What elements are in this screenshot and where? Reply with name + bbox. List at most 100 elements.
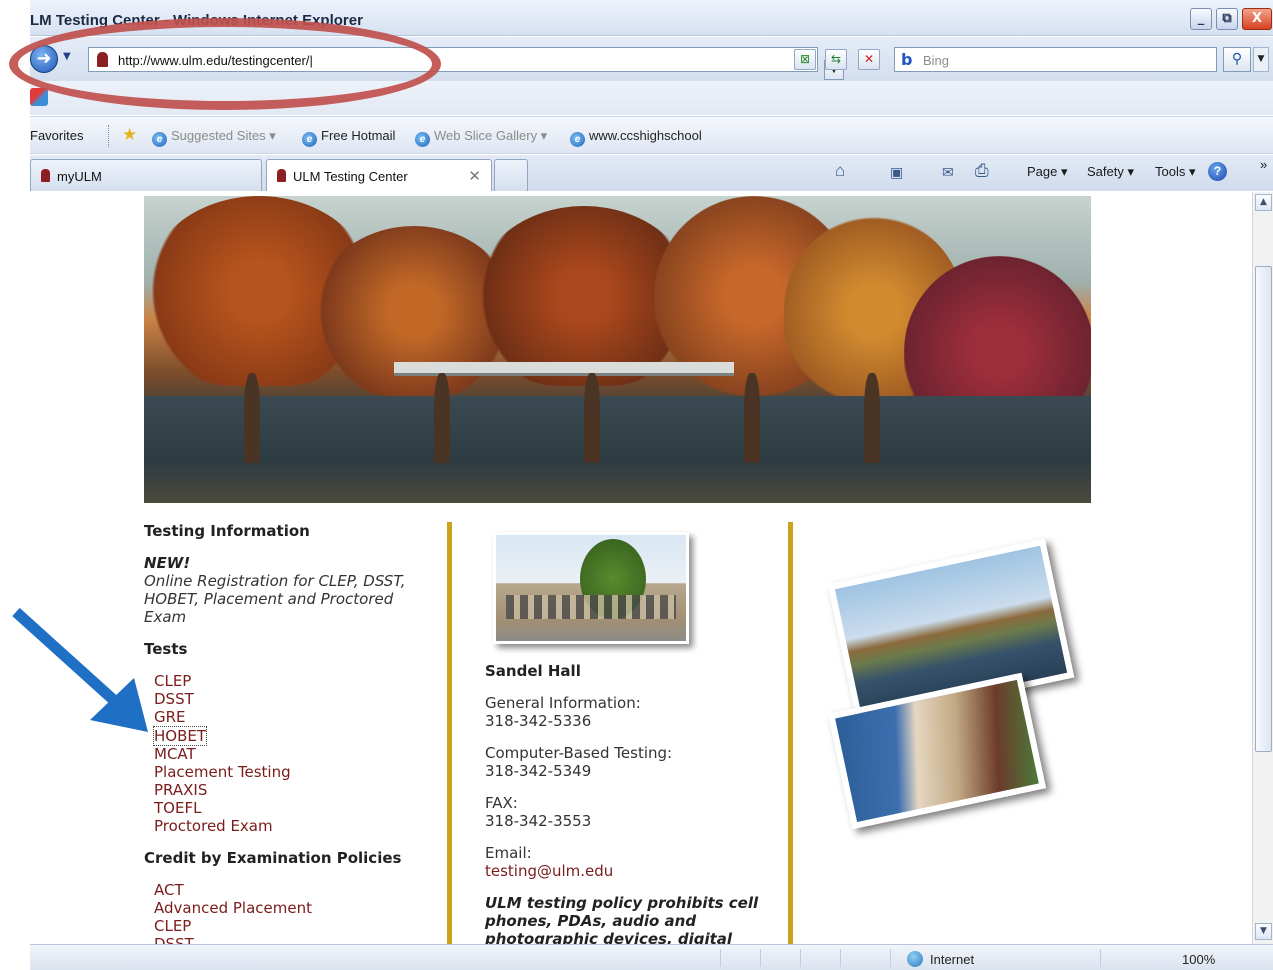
vertical-scrollbar[interactable]: ▲ ▼ <box>1252 192 1273 944</box>
tree-trunk <box>744 373 760 463</box>
print-icon[interactable]: ⎙ <box>975 161 989 181</box>
email-info: Email: testing@ulm.edu <box>485 844 785 880</box>
site-favicon-icon <box>277 169 286 182</box>
stop-icon[interactable]: ✕ <box>858 49 880 70</box>
credit-link-ap[interactable]: Advanced Placement <box>154 899 444 917</box>
email-label: Email: <box>485 844 532 862</box>
test-link-mcat[interactable]: MCAT <box>154 745 444 763</box>
arrow-shaft <box>12 607 122 709</box>
new-registration-link[interactable]: Online Registration for CLEP, DSST, HOBE… <box>144 572 424 626</box>
add-favorite-star-icon[interactable]: ★ <box>122 125 137 145</box>
column-divider <box>447 522 452 944</box>
lake-water <box>144 396 1091 503</box>
maximize-button[interactable]: ⧉ <box>1216 8 1238 30</box>
tree-trunk <box>864 373 880 463</box>
favorites-separator <box>108 125 109 147</box>
test-link-clep[interactable]: CLEP <box>154 672 444 690</box>
favorites-button[interactable]: Favorites <box>30 128 83 143</box>
cbt-phone: 318-342-5349 <box>485 762 592 780</box>
general-info-phone: 318-342-5336 <box>485 712 592 730</box>
tree-trunk <box>434 373 450 463</box>
ie-icon: e <box>415 132 430 147</box>
tests-list: CLEP DSST GRE HOBET MCAT Placement Testi… <box>152 672 444 835</box>
status-separator <box>890 949 891 967</box>
general-info: General Information: 318-342-5336 <box>485 694 785 730</box>
testing-info-heading: Testing Information <box>144 522 310 540</box>
status-bar: Internet 100% <box>30 944 1273 970</box>
credit-heading: Credit by Examination Policies <box>144 849 402 867</box>
compatibility-icon[interactable]: ⊠ <box>794 49 816 70</box>
home-icon[interactable]: ⌂ <box>835 161 845 181</box>
help-icon[interactable]: ? <box>1208 162 1227 181</box>
toolbar-overflow-button[interactable]: » <box>1260 157 1267 172</box>
test-link-gre[interactable]: GRE <box>154 708 444 726</box>
column-divider <box>788 522 793 944</box>
tab-ulm-testing-center[interactable]: ULM Testing Center ✕ <box>266 159 492 191</box>
search-icon[interactable]: ⚲ <box>1223 47 1251 72</box>
fav-web-slice-gallery[interactable]: e Web Slice Gallery ▾ <box>415 128 547 147</box>
search-options-icon[interactable]: ▼ <box>1253 47 1269 72</box>
close-button[interactable]: X <box>1242 8 1272 30</box>
mail-icon[interactable]: ✉ <box>942 164 954 181</box>
tab-bar: myULM ULM Testing Center ✕ ⌂ ▣ ✉ ⎙ Page … <box>30 155 1273 191</box>
search-placeholder[interactable]: Bing <box>923 53 949 68</box>
fax-phone: 318-342-3553 <box>485 812 592 830</box>
ie-icon: e <box>152 132 167 147</box>
fav-suggested-sites[interactable]: e Suggested Sites ▾ <box>152 128 276 147</box>
test-link-proctored[interactable]: Proctored Exam <box>154 817 444 835</box>
test-link-hobet[interactable]: HOBET <box>152 726 208 746</box>
hero-image <box>144 196 1091 503</box>
general-info-label: General Information: <box>485 694 641 712</box>
internet-zone-icon <box>907 951 923 967</box>
refresh-icon[interactable]: ⇆ <box>825 49 847 70</box>
status-separator <box>840 949 841 967</box>
zoom-level[interactable]: 100% <box>1182 952 1215 967</box>
fax-label: FAX: <box>485 794 518 812</box>
left-column: Testing Information NEW! Online Registra… <box>144 522 444 944</box>
favorites-bar: Favorites ★ e Suggested Sites ▾ e Free Hot… <box>30 116 1273 154</box>
status-separator <box>1100 949 1101 967</box>
credit-link-dsst[interactable]: DSST <box>154 935 444 944</box>
page-menu[interactable]: Page ▾ <box>1027 164 1068 180</box>
annotation-arrow <box>12 607 148 732</box>
status-separator <box>720 949 721 967</box>
tools-menu[interactable]: Tools ▾ <box>1155 164 1196 180</box>
tab-close-icon[interactable]: ✕ <box>468 167 481 185</box>
minimize-button[interactable]: _ <box>1190 8 1212 30</box>
feeds-icon[interactable]: ▣ <box>890 164 903 181</box>
tree-trunk <box>584 373 600 463</box>
test-link-toefl[interactable]: TOEFL <box>154 799 444 817</box>
tree-trunk <box>244 373 260 463</box>
new-tab-button[interactable] <box>494 159 528 191</box>
ie-icon: e <box>302 132 317 147</box>
scroll-up-icon[interactable]: ▲ <box>1255 194 1272 211</box>
test-link-praxis[interactable]: PRAXIS <box>154 781 444 799</box>
fav-free-hotmail[interactable]: e Free Hotmail <box>302 128 395 147</box>
feed-icon[interactable] <box>30 88 48 106</box>
safety-menu[interactable]: Safety ▾ <box>1087 164 1134 180</box>
credit-list: ACT Advanced Placement CLEP DSST <box>154 881 444 944</box>
cbt-label: Computer-Based Testing: <box>485 744 673 762</box>
tab-label: ULM Testing Center <box>293 169 408 184</box>
credit-link-clep[interactable]: CLEP <box>154 917 444 935</box>
fav-ccshighschool[interactable]: e www.ccshighschool <box>570 128 702 147</box>
scroll-down-icon[interactable]: ▼ <box>1255 923 1272 940</box>
security-zone[interactable]: Internet <box>930 952 974 967</box>
bing-logo-icon: b <box>901 50 913 69</box>
policy-text: ULM testing policy prohibits cell phones… <box>485 894 759 944</box>
annotation-ellipse <box>9 18 441 110</box>
tab-myulm[interactable]: myULM <box>30 159 262 191</box>
test-link-placement[interactable]: Placement Testing <box>154 763 444 781</box>
contact-column: Sandel Hall General Information: 318-342… <box>485 522 785 944</box>
scroll-thumb[interactable] <box>1255 266 1272 752</box>
email-link[interactable]: testing@ulm.edu <box>485 862 785 880</box>
search-field[interactable]: b Bing <box>894 47 1217 72</box>
sandel-hall-photo <box>493 532 689 644</box>
status-separator <box>800 949 801 967</box>
credit-link-act[interactable]: ACT <box>154 881 444 899</box>
test-link-dsst[interactable]: DSST <box>154 690 444 708</box>
ie-icon: e <box>570 132 585 147</box>
new-label: NEW! <box>144 554 191 572</box>
tests-heading: Tests <box>144 640 188 658</box>
building-windows <box>506 595 676 619</box>
